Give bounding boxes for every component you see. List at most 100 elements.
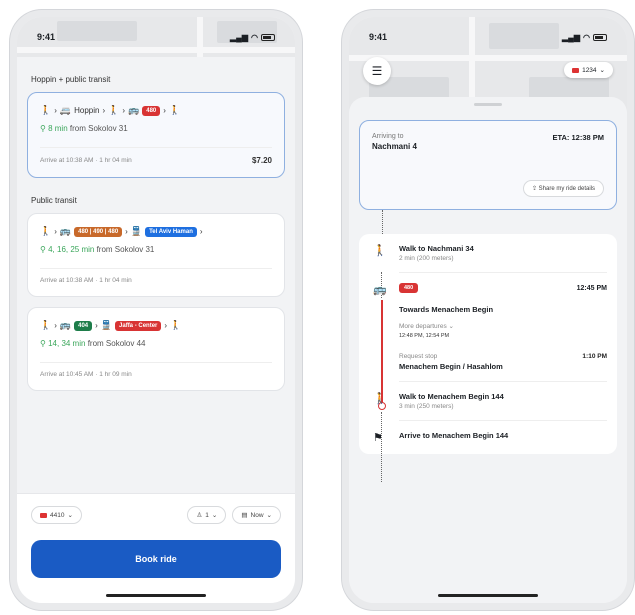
walk-icon: 🚶 [40,226,52,236]
passengers-count: 1 [205,511,209,519]
from-text: from Sokolov 44 [87,339,146,348]
status-time: 9:41 [37,32,56,42]
towards-label: Towards Menachem Begin [399,305,494,314]
battery-icon [593,33,607,41]
route-steps: 🚶 › 🚌 404 › 🚆 Jaffa - Center › 🚶 [40,320,182,331]
battery-icon [261,33,275,41]
bus-line-chip: 480 [399,283,419,293]
passengers-pill[interactable]: ♙ 1 ⌄ [187,506,227,524]
book-ride-button[interactable]: Book ride [31,540,281,578]
itinerary-steps: 🚶 Walk to Nachmani 34 2 min (200 meters)… [359,234,617,482]
arrival-card: Arriving to Nachmani 4 ETA: 12:38 PM ⇪ S… [359,120,617,210]
route-option-card-public-2[interactable]: 🚶 › 🚌 404 › 🚆 Jaffa - Center › 🚶 ⚲ 14, 34 m… [27,307,285,391]
line-chip: 480 [142,105,161,116]
walk-time: 4, 16, 25 min [48,245,95,254]
step-walk-1: 🚶 Walk to Nachmani 34 2 min (200 meters) [369,244,607,262]
bus-departure-time: 12:45 PM [576,284,607,292]
signal-icon: ▂▄▆ [230,32,249,42]
share-label: Share my ride details [538,186,595,192]
chevron-down-icon: ⌄ [266,512,272,519]
walk-icon: 🚶 [373,393,387,405]
duration: 1 hr 04 min [99,277,132,284]
home-indicator [106,594,206,597]
duration: 1 hr 04 min [99,157,132,164]
walk-icon: 🚶 [170,320,182,330]
route-option-card-public-1[interactable]: 🚶 › 🚌 480 | 490 | 480 › 🚆 Tel Aviv Haman › … [27,213,285,297]
walk-small-icon: ⚲ [40,339,46,348]
from-text: from Sokolov 31 [96,245,155,254]
step-bus: 🚌 480 12:45 PM Towards Menachem Begin Mo… [369,283,607,371]
train-icon: 🚆 [130,226,143,236]
chevron-down-icon: ⌄ [211,512,218,519]
eta: ETA: 12:38 PM [552,133,604,142]
payment-pill[interactable]: 1234 ⌄ [564,62,613,78]
walk-small-icon: ⚲ [40,245,46,254]
share-ride-button[interactable]: ⇪ Share my ride details [522,180,604,197]
step-title: Arrive to Menachem Begin 144 [399,431,509,440]
chevron-down-icon: ⌄ [67,512,73,519]
payment-pill[interactable]: 4410 ⌄ [31,506,82,524]
route-meta: Arrive at 10:38 AM · 1 hr 04 min $7.20 [40,147,272,165]
price: $7.20 [251,156,272,165]
chevron-down-icon: ⌄ [599,67,605,74]
step-arrive: ⚑ Arrive to Menachem Begin 144 [369,431,607,444]
more-departures-toggle[interactable]: More departures ⌄ [399,322,607,330]
from-text: from Sokolov 31 [69,124,128,133]
status-bar: 9:41 ▂▄▆ ◠ [349,17,627,57]
home-indicator [438,594,538,597]
step-title: Walk to Nachmani 34 [399,244,474,253]
hoppin-label: Hoppin [74,106,100,115]
flag-icon: ⚑ [373,432,383,444]
bus-line-chip: 480 | 490 | 480 [74,226,123,237]
menu-button[interactable]: ☰ [363,57,391,85]
request-stop-time: 1:10 PM [582,353,607,360]
signal-icon: ▂▄▆ [562,32,581,42]
walk-summary: ⚲ 4, 16, 25 min from Sokolov 31 [40,245,272,254]
booking-bar: 4410 ⌄ ♙ 1 ⌄ ▤ Now ⌄ Book ride [17,493,295,603]
arrive-time: Arrive at 10:45 AM [40,371,94,378]
payment-label: 4410 [50,511,65,519]
sheet-grabber[interactable] [474,103,502,106]
route-steps: 🚶 › 🚌 480 | 490 | 480 › 🚆 Tel Aviv Haman › [40,226,203,237]
destination: Nachmani 4 [372,142,417,151]
share-icon: ⇪ [531,186,537,192]
card-icon [40,512,47,518]
calendar-icon: ▤ [241,512,248,519]
walk-icon: 🚶 [373,245,387,257]
time-pill[interactable]: ▤ Now ⌄ [232,506,281,524]
status-bar: 9:41 ▂▄▆ ◠ [17,17,295,57]
wifi-icon: ◠ [583,32,590,42]
bus-icon: 🚌 [59,320,72,330]
more-departures-label: More departures [399,323,447,330]
walk-path-line [381,412,382,482]
time-label: Now [250,511,264,519]
step-subtitle: 3 min (250 meters) [399,403,454,410]
status-time: 9:41 [369,32,388,42]
walk-small-icon: ⚲ [40,124,46,133]
train-line-chip: Tel Aviv Haman [145,226,197,237]
wifi-icon: ◠ [251,32,258,42]
bus-line-chip: 404 [74,320,93,331]
more-departure-times: 12:48 PM, 12:54 PM [399,333,450,339]
train-icon: 🚆 [100,320,113,330]
step-title: Walk to Menachem Begin 144 [399,392,504,401]
route-steps: 🚶 › 🚐 Hoppin › 🚶 › 🚌 480 › 🚶 [40,105,181,116]
bus-icon: 🚌 [128,105,140,115]
hamburger-icon: ☰ [371,64,383,78]
payment-label: 1234 [582,66,597,74]
train-line-chip: Jaffa - Center [115,320,162,331]
stop-name: Menachem Begin / Hasahlom [399,362,503,371]
route-meta: Arrive at 10:45 AM · 1 hr 09 min [40,362,272,378]
route-meta: Arrive at 10:38 AM · 1 hr 04 min [40,268,272,284]
bus-icon: 🚌 [59,226,72,236]
card-icon [572,67,580,73]
phone-route-options: 9:41 ▂▄▆ ◠ Hoppin + public transit 🚶 › 🚐 Ho… [10,10,302,610]
walk-icon: 🚶 [40,320,52,330]
walk-time: 14, 34 min [48,339,86,348]
step-subtitle: 2 min (200 meters) [399,255,454,262]
route-option-card-hoppin[interactable]: 🚶 › 🚐 Hoppin › 🚶 › 🚌 480 › 🚶 ⚲ 8 min from Sok… [27,92,285,178]
walk-summary: ⚲ 8 min from Sokolov 31 [40,124,272,133]
walk-icon: 🚶 [168,105,181,115]
bus-icon: 🚌 [373,284,387,296]
arrive-time: Arrive at 10:38 AM [40,277,94,284]
